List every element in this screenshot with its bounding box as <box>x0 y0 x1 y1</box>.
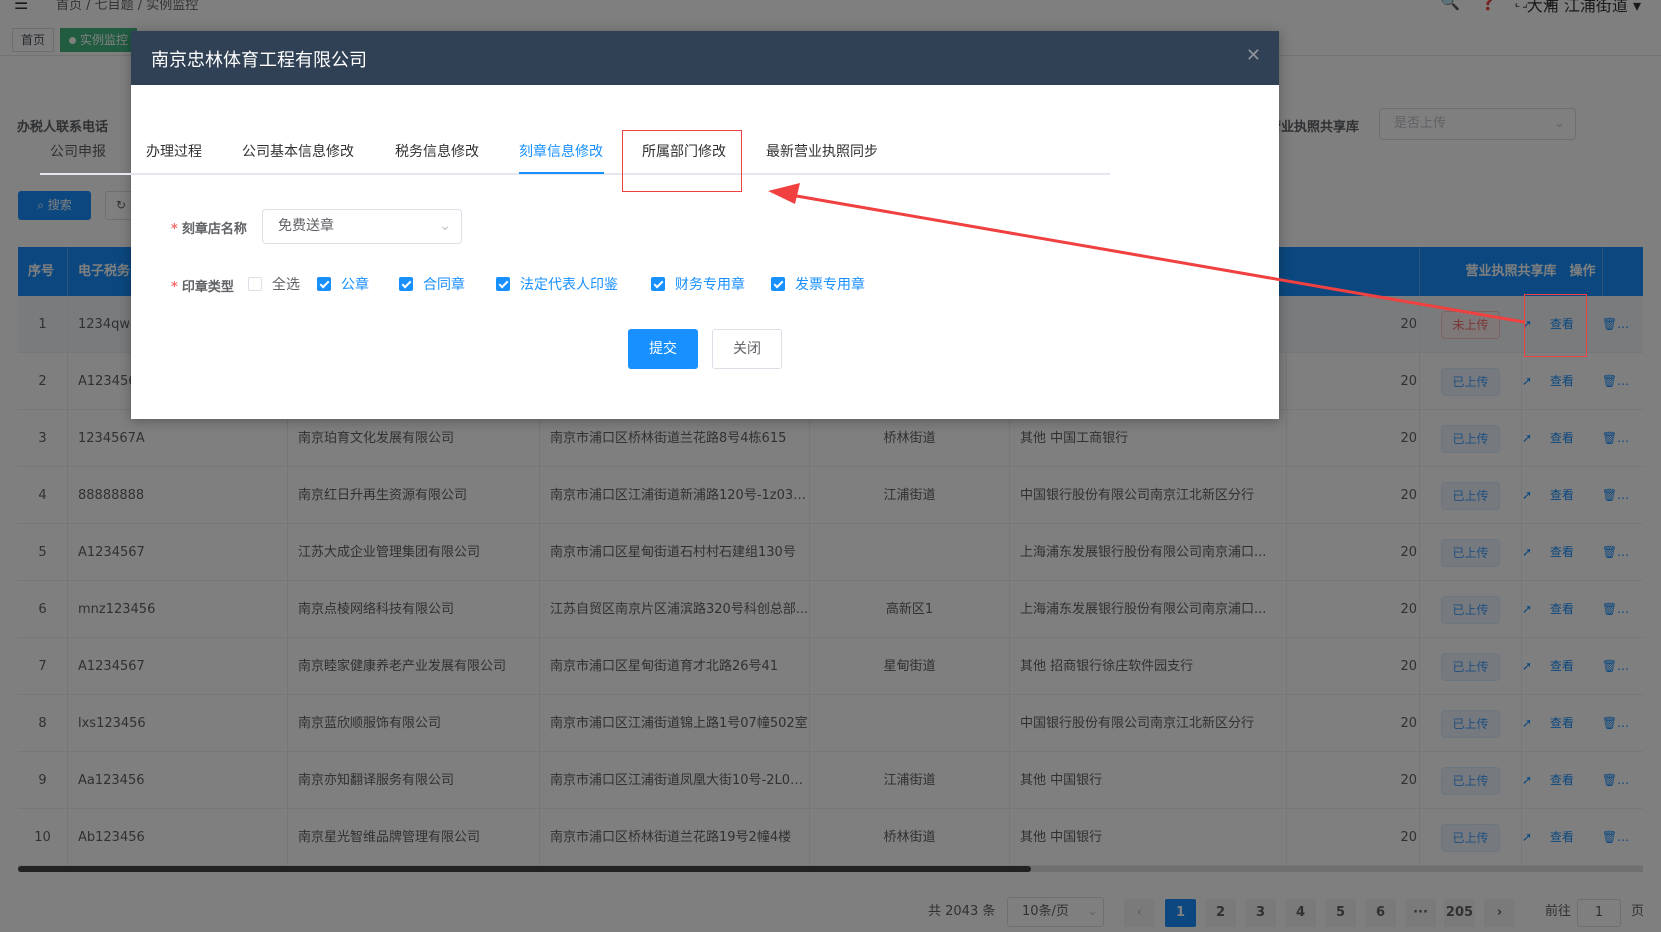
annotation-box-tab <box>622 130 742 192</box>
required-star: * <box>171 222 178 237</box>
chevron-down-icon: ⌄ <box>439 218 451 234</box>
submit-button[interactable]: 提交 <box>628 329 698 369</box>
shop-name-select[interactable]: 免费送章 ⌄ <box>262 209 462 244</box>
shop-name-label-text: 刻章店名称 <box>181 222 247 237</box>
checkbox-icon <box>317 277 331 291</box>
seal-checkbox-label: 发票专用章 <box>795 277 865 293</box>
checkbox-icon <box>496 277 510 291</box>
seal-checkbox-label: 公章 <box>341 277 369 293</box>
tab-basic-info[interactable]: 公司基本信息修改 <box>242 130 354 175</box>
seal-checkbox-label: 财务专用章 <box>675 277 745 293</box>
seal-checkbox[interactable]: 合同章 <box>399 276 465 294</box>
active-tab-indicator <box>519 172 604 174</box>
seal-checkbox[interactable]: 财务专用章 <box>651 276 745 294</box>
dialog-close-button[interactable]: 关闭 <box>712 329 782 369</box>
checkbox-icon <box>248 277 262 291</box>
seal-checkbox[interactable]: 公章 <box>317 276 369 294</box>
seal-checkbox-label: 全选 <box>272 277 300 293</box>
required-star: * <box>171 280 178 295</box>
tab-seal-info[interactable]: 刻章信息修改 <box>519 130 603 175</box>
seal-checkbox-label: 合同章 <box>423 277 465 293</box>
seal-checkbox-label: 法定代表人印鉴 <box>520 277 618 293</box>
close-icon[interactable]: ✕ <box>1246 45 1261 66</box>
seal-checkbox[interactable]: 发票专用章 <box>771 276 865 294</box>
checkbox-icon <box>651 277 665 291</box>
tab-tax-info[interactable]: 税务信息修改 <box>395 130 479 175</box>
seal-type-label: * 印章类型 <box>171 276 234 295</box>
annotation-box-view <box>1524 294 1587 357</box>
dialog-tabs: 公司申报 办理过程 公司基本信息修改 税务信息修改 刻章信息修改 所属部门修改 … <box>40 130 1110 175</box>
seal-checkbox[interactable]: 法定代表人印鉴 <box>496 276 618 294</box>
checkbox-icon <box>771 277 785 291</box>
dialog-header: 南京忠林体育工程有限公司 ✕ <box>131 31 1279 85</box>
shop-name-value: 免费送章 <box>278 218 334 234</box>
tab-company-report[interactable]: 公司申报 <box>50 130 106 175</box>
tab-license-sync[interactable]: 最新营业执照同步 <box>766 130 878 175</box>
dialog-title: 南京忠林体育工程有限公司 <box>151 50 367 71</box>
seal-checkbox[interactable]: 全选 <box>248 276 300 294</box>
checkbox-icon <box>399 277 413 291</box>
seal-type-label-text: 印章类型 <box>181 280 234 295</box>
shop-name-label: * 刻章店名称 <box>171 218 247 237</box>
tab-process[interactable]: 办理过程 <box>146 130 202 175</box>
